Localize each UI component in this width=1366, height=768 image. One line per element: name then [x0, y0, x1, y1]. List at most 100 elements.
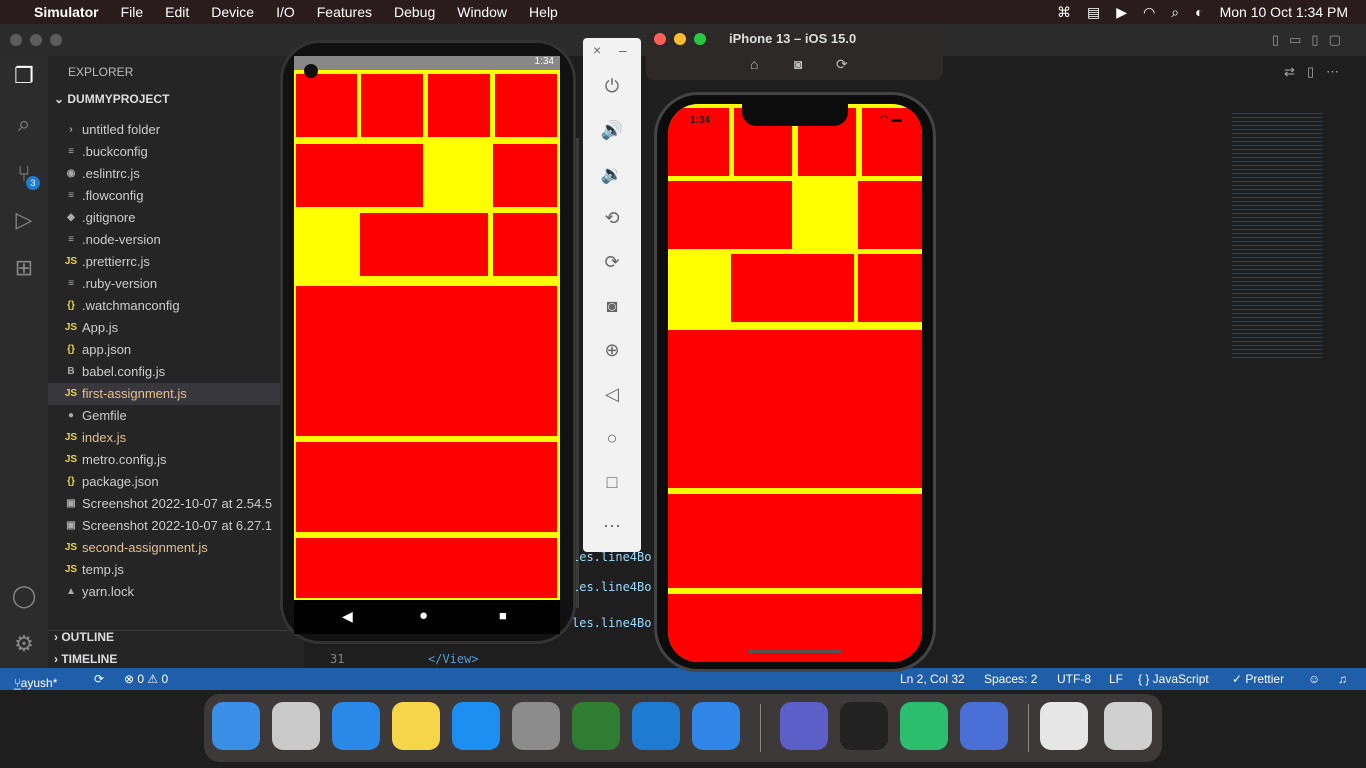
- file-item[interactable]: ▣ Screenshot 2022-10-07 at 6.27.1: [48, 515, 304, 537]
- back-icon[interactable]: ◀: [342, 608, 353, 625]
- file-item[interactable]: ◉ .eslintrc.js: [48, 163, 304, 185]
- notifications-bell-icon[interactable]: ♫: [1338, 672, 1347, 686]
- problems-indicator[interactable]: ⊗ 0 ⚠ 0: [124, 672, 168, 686]
- volume-up-icon[interactable]: 🔊: [600, 118, 624, 142]
- more-icon[interactable]: ⋯: [600, 514, 624, 538]
- file-item[interactable]: JS index.js: [48, 427, 304, 449]
- vscode-icon[interactable]: [632, 702, 680, 750]
- screenshot-icon[interactable]: ◙: [794, 56, 802, 72]
- android-app-screen[interactable]: [294, 70, 560, 600]
- status-icon-2[interactable]: ▤: [1087, 4, 1100, 21]
- simulator-icon[interactable]: [960, 702, 1008, 750]
- file-item[interactable]: › untitled folder: [48, 119, 304, 141]
- file-item[interactable]: JS first-assignment.js: [48, 383, 304, 405]
- timeline-panel-header[interactable]: › TIMELINE: [54, 652, 117, 666]
- file-item[interactable]: JS .prettierrc.js: [48, 251, 304, 273]
- status-icon-1[interactable]: ⌘: [1057, 4, 1071, 21]
- outline-panel-header[interactable]: › OUTLINE: [54, 630, 114, 644]
- extensions-icon[interactable]: ⊞: [10, 254, 38, 282]
- menubar-clock[interactable]: Mon 10 Oct 1:34 PM: [1220, 4, 1348, 20]
- menu-device[interactable]: Device: [211, 4, 254, 20]
- notes-icon[interactable]: [392, 702, 440, 750]
- power-icon[interactable]: ⏻: [600, 74, 624, 98]
- run-debug-icon[interactable]: ▷: [10, 206, 38, 234]
- close-window-button[interactable]: [10, 34, 22, 46]
- play-icon[interactable]: ▶: [1116, 4, 1127, 21]
- prettier-status[interactable]: ✓ Prettier: [1232, 672, 1284, 686]
- volume-down-icon[interactable]: 🔉: [600, 162, 624, 186]
- home-icon[interactable]: ○: [600, 426, 624, 450]
- minimize-window-button[interactable]: [30, 34, 42, 46]
- sync-icon[interactable]: ⟳: [94, 672, 104, 686]
- file-item[interactable]: ≡ .buckconfig: [48, 141, 304, 163]
- close-window-button[interactable]: [654, 33, 666, 45]
- search-icon[interactable]: ⌕: [1171, 4, 1179, 21]
- minimize-window-button[interactable]: [674, 33, 686, 45]
- file-item[interactable]: ≡ .ruby-version: [48, 273, 304, 295]
- zoom-icon[interactable]: ⊕: [600, 338, 624, 362]
- terminal-icon[interactable]: [840, 702, 888, 750]
- home-button-icon[interactable]: ⌂: [750, 56, 758, 72]
- finder-icon[interactable]: [212, 702, 260, 750]
- menu-file[interactable]: File: [121, 4, 144, 20]
- camera-icon[interactable]: ◙: [600, 294, 624, 318]
- app-store-icon[interactable]: [452, 702, 500, 750]
- menu-features[interactable]: Features: [317, 4, 372, 20]
- explorer-icon[interactable]: ❐: [10, 62, 38, 90]
- file-item[interactable]: Bbabel.config.js: [48, 361, 304, 383]
- layout-icons[interactable]: ▯▭▯▢: [1272, 32, 1351, 48]
- file-item[interactable]: ≡ .flowconfig: [48, 185, 304, 207]
- zoom-window-button[interactable]: [694, 33, 706, 45]
- system-preferences-icon[interactable]: [512, 702, 560, 750]
- file-item[interactable]: {} app.json: [48, 339, 304, 361]
- file-item[interactable]: JS temp.js: [48, 559, 304, 581]
- file-item[interactable]: {} .watchmanconfig: [48, 295, 304, 317]
- xcode-icon[interactable]: [692, 702, 740, 750]
- file-item[interactable]: ◆ .gitignore: [48, 207, 304, 229]
- settings-gear-icon[interactable]: ⚙: [10, 630, 38, 658]
- teams-icon[interactable]: [780, 702, 828, 750]
- file-item[interactable]: JS metro.config.js: [48, 449, 304, 471]
- account-icon[interactable]: ◯: [10, 582, 38, 610]
- preview-icon[interactable]: [1040, 702, 1088, 750]
- project-folder-header[interactable]: ⌄ DUMMYPROJECT: [54, 92, 169, 106]
- language-mode[interactable]: { } JavaScript: [1138, 672, 1209, 686]
- close-icon[interactable]: ×: [593, 42, 601, 58]
- safari-icon[interactable]: [332, 702, 380, 750]
- minimap[interactable]: [1232, 110, 1322, 360]
- maximize-window-button[interactable]: [50, 34, 62, 46]
- minimize-icon[interactable]: –: [619, 42, 627, 58]
- search-icon[interactable]: ⌕: [10, 110, 38, 138]
- file-item[interactable]: ▲ yarn.lock: [48, 581, 304, 603]
- menu-io[interactable]: I/O: [276, 4, 295, 20]
- menu-debug[interactable]: Debug: [394, 4, 435, 20]
- file-item[interactable]: ● Gemfile: [48, 405, 304, 427]
- rotate-left-icon[interactable]: ⟲: [600, 206, 624, 230]
- android-studio-icon[interactable]: [572, 702, 620, 750]
- file-item[interactable]: JS second-assignment.js: [48, 537, 304, 559]
- home-icon[interactable]: ●: [419, 607, 428, 624]
- menu-edit[interactable]: Edit: [165, 4, 189, 20]
- android-emulator-icon[interactable]: [900, 702, 948, 750]
- menu-window[interactable]: Window: [457, 4, 507, 20]
- file-item[interactable]: ▣ Screenshot 2022-10-07 at 2.54.5: [48, 493, 304, 515]
- launchpad-icon[interactable]: [272, 702, 320, 750]
- feedback-icon[interactable]: ☺: [1308, 672, 1320, 686]
- editor-actions-icons[interactable]: ⇄▯⋯: [1284, 64, 1351, 80]
- back-icon[interactable]: ◁: [600, 382, 624, 406]
- ios-app-screen[interactable]: [668, 104, 922, 662]
- line-ending[interactable]: LF: [1109, 672, 1123, 686]
- file-item[interactable]: JS App.js: [48, 317, 304, 339]
- rotate-icon[interactable]: ⟳: [836, 56, 848, 73]
- control-center-icon[interactable]: ◐: [1195, 4, 1203, 20]
- cursor-position[interactable]: Ln 2, Col 32: [900, 672, 965, 686]
- overview-icon[interactable]: □: [600, 470, 624, 494]
- recents-icon[interactable]: ■: [499, 608, 507, 623]
- wifi-icon[interactable]: ◠: [1143, 4, 1155, 21]
- indentation[interactable]: Spaces: 2: [984, 672, 1037, 686]
- trash-icon[interactable]: [1104, 702, 1152, 750]
- menu-app-name[interactable]: Simulator: [34, 4, 99, 20]
- rotate-right-icon[interactable]: ⟳: [600, 250, 624, 274]
- file-item[interactable]: {} package.json: [48, 471, 304, 493]
- home-indicator[interactable]: [748, 650, 842, 653]
